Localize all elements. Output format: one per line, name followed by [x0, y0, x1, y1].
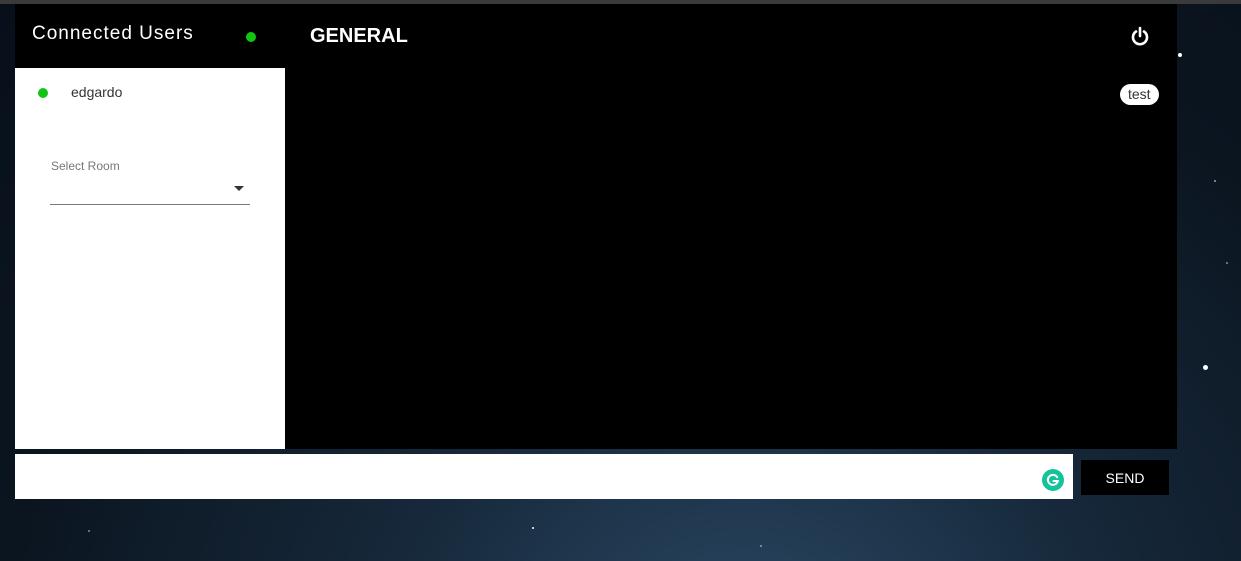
background-star — [760, 545, 762, 547]
user-list-item[interactable]: edgardo — [15, 80, 285, 104]
background-star — [1226, 262, 1228, 264]
background-star — [1178, 53, 1182, 57]
grammarly-icon[interactable] — [1042, 469, 1064, 491]
user-online-icon — [38, 88, 48, 98]
room-select[interactable]: Select Room — [50, 156, 250, 205]
room-select-label: Select Room — [51, 159, 120, 173]
room-select-underline — [50, 204, 250, 205]
background-star — [1203, 365, 1208, 370]
message-input[interactable] — [15, 454, 1073, 499]
background-star — [1214, 180, 1216, 182]
power-icon[interactable] — [1129, 25, 1151, 47]
chevron-down-icon — [234, 186, 244, 191]
sidebar: edgardo Select Room — [15, 68, 285, 449]
user-name: edgardo — [71, 84, 123, 100]
send-button[interactable]: SEND — [1081, 460, 1169, 495]
room-title: GENERAL — [310, 25, 408, 47]
connected-users-title: Connected Users — [32, 23, 194, 44]
chat-panel: GENERAL test — [285, 4, 1177, 449]
connected-users-header: Connected Users — [15, 4, 285, 68]
background-star — [532, 527, 534, 529]
chat-message: test — [1120, 84, 1159, 105]
online-status-icon — [246, 32, 256, 42]
background-star — [88, 530, 90, 532]
